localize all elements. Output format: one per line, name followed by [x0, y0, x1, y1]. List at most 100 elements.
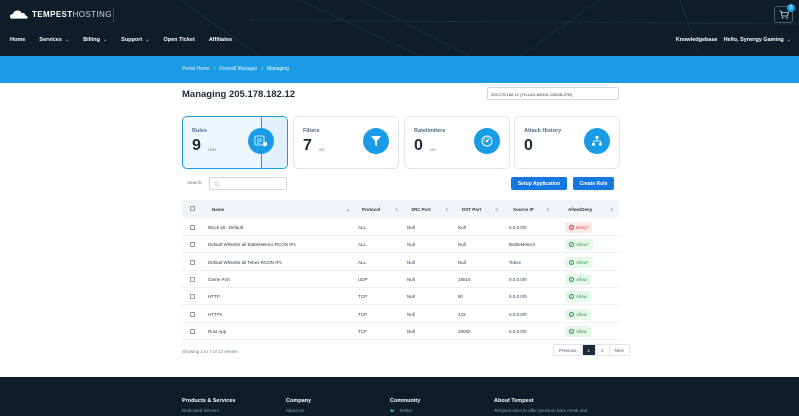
brand-name-light: HOSTING	[72, 10, 112, 19]
column-header-dst-port[interactable]: DST Port	[462, 207, 481, 212]
page-button-2[interactable]: 2	[596, 345, 610, 355]
shopping-cart-icon	[779, 10, 789, 19]
search-icon	[214, 180, 220, 187]
badge-label: Allow	[576, 276, 587, 282]
breadcrumb-item-portal-home[interactable]: Portal Home	[182, 66, 210, 72]
row-checkbox[interactable]	[190, 294, 195, 300]
table-row[interactable]: HTTPs TCP Null 443 0.0.0.0/0 ✓ Allow	[182, 306, 619, 323]
cloud-logo-icon	[10, 10, 28, 20]
sort-icon[interactable]: ⇅	[495, 207, 498, 212]
breadcrumb-item-firewall-manager[interactable]: Firewall Manager	[219, 66, 257, 72]
setup-application-button[interactable]: Setup Application	[511, 177, 567, 190]
nav-item-home[interactable]: Home	[10, 37, 25, 43]
nav-item-label: Open Ticket	[163, 37, 195, 43]
page-button-next[interactable]: Next	[609, 345, 629, 355]
breadcrumb-separator: /	[213, 66, 216, 72]
nav-item-support[interactable]: Support ⌄	[121, 37, 149, 43]
sort-icon[interactable]: ⇅	[395, 207, 398, 212]
x-circle-icon: ×	[569, 225, 574, 230]
nav-item-label: Hello, Synergy Gaming	[723, 37, 784, 43]
allow-status-badge[interactable]: ✓ Allow*	[565, 239, 593, 251]
column-header-src-port[interactable]: SRC Port	[411, 207, 431, 212]
column-header-source-ip[interactable]: Source IP	[513, 207, 534, 212]
nav-item-open-ticket[interactable]: Open Ticket	[163, 37, 194, 43]
check-circle-icon: ✓	[569, 328, 574, 334]
sort-icon[interactable]: ⇅	[546, 207, 549, 212]
nav-item-knowledgebase[interactable]: Knowledgebase	[676, 37, 718, 43]
nav-item-label: Affiliates	[208, 37, 233, 43]
card-value: 7	[303, 137, 312, 154]
page-button-previous[interactable]: Previous	[554, 345, 583, 355]
cell-dst: Null	[458, 242, 466, 248]
table-row[interactable]: HTTP TCP Null 80 0.0.0.0/0 ✓ Allow	[182, 288, 619, 306]
select-all-checkbox[interactable]	[190, 206, 195, 211]
nav-item-hello-synergy-gaming[interactable]: Hello, Synergy Gaming ⌄	[724, 37, 791, 43]
nav-item-label: Support	[121, 37, 143, 43]
column-header-allow-deny[interactable]: Allow/Deny	[568, 207, 592, 212]
footer-link[interactable]: About Us	[286, 408, 305, 413]
table-row[interactable]: Block all - Default ALL Null Null 0.0.0.0/0 ×…	[182, 219, 619, 236]
card-label: Ratelimiters	[414, 128, 446, 134]
footer-link[interactable]: Dedicated Servers	[182, 408, 219, 413]
cell-src: Null	[407, 276, 415, 282]
page-title: Managing 205.178.182.12	[182, 89, 296, 100]
sort-icon[interactable]: ⇅	[610, 207, 613, 212]
table-row[interactable]: Default Whitelist all BattleMetrics RCON…	[182, 236, 619, 254]
row-checkbox[interactable]	[190, 259, 195, 265]
sort-icon[interactable]: ⇅	[445, 207, 448, 212]
allow-status-badge[interactable]: ✓ Allow	[565, 325, 591, 337]
brand-name: TEMPESTHOSTING	[32, 10, 112, 19]
row-checkbox[interactable]	[190, 242, 195, 248]
cell-protocol: ALL	[358, 225, 367, 230]
account-nav: Knowledgebase Hello, Synergy Gaming ⌄	[676, 37, 791, 43]
server-select[interactable]: 205.178.182.12 (TH-LAX-6900X-128GB-2TB)	[487, 87, 619, 100]
site-footer: Products & Services Dedicated Servers Comp…	[0, 377, 799, 416]
breadcrumb-separator: /	[261, 66, 263, 72]
stat-card-attack-history[interactable]: Attack History 0	[514, 116, 620, 169]
brand-logo[interactable]: TEMPESTHOSTING	[10, 9, 112, 20]
column-header-protocol[interactable]: Protocol	[362, 207, 380, 212]
allow-status-badge[interactable]: ✓ Allow	[565, 308, 591, 320]
table-row[interactable]: Default Whitelist all Tebex RCON IPs ALL N…	[182, 254, 619, 271]
cell-name: Rust App	[208, 328, 227, 334]
card-label: Attack History	[524, 128, 562, 134]
column-header-name[interactable]: Name	[212, 207, 224, 212]
page-button-1[interactable]: 1	[582, 345, 597, 355]
nav-item-billing[interactable]: Billing ⌄	[83, 37, 107, 43]
badge-label: Allow	[576, 328, 587, 334]
table-row[interactable]: Game Port UDP Null 28015 0.0.0.0/0 ✓ Allow	[182, 271, 619, 288]
nav-item-affiliates[interactable]: Affiliates	[209, 37, 232, 43]
row-checkbox[interactable]	[190, 311, 195, 317]
search-label: Search:	[187, 180, 203, 185]
stat-card-rules[interactable]: Rules 9/100	[182, 116, 288, 169]
search-input[interactable]	[209, 177, 287, 190]
cell-src: Null	[407, 259, 415, 265]
allow-status-badge[interactable]: ✓ Allow*	[565, 256, 593, 268]
card-label: Rules	[192, 128, 207, 134]
cart-button[interactable]: 0	[774, 4, 795, 23]
cell-src: Null	[407, 242, 415, 248]
cell-source-ip: Tebex	[509, 259, 522, 265]
cell-name: Block all - Default	[208, 225, 244, 230]
stat-card-ratelimiters[interactable]: Ratelimiters 0/20	[404, 116, 510, 169]
check-circle-icon: ✓	[569, 311, 574, 317]
deny-status-badge[interactable]: × Deny*	[565, 222, 593, 233]
row-checkbox[interactable]	[190, 328, 195, 334]
cell-dst: 80	[458, 294, 464, 300]
row-checkbox[interactable]	[190, 225, 195, 230]
cell-name: HTTPs	[208, 311, 222, 317]
stat-card-filters[interactable]: Filters 7/20	[293, 116, 399, 169]
allow-status-badge[interactable]: ✓ Allow	[565, 273, 591, 285]
allow-status-badge[interactable]: ✓ Allow	[565, 291, 591, 303]
sort-asc-icon[interactable]: ▲	[346, 207, 350, 212]
cell-name: Game Port	[208, 276, 230, 282]
row-checkbox[interactable]	[190, 276, 195, 282]
footer-link[interactable]: Twitter	[399, 408, 412, 413]
footer-link: Tempest aims to offer premium bare metal…	[494, 408, 587, 413]
table-row[interactable]: Rust App TCP Null 28082 0.0.0.0/0 ✓ Allow	[182, 323, 619, 340]
nav-item-services[interactable]: Services ⌄	[39, 37, 69, 43]
cell-dst: Null	[458, 259, 466, 265]
check-circle-icon: ✓	[569, 294, 574, 300]
badge-label: Allow	[576, 294, 587, 300]
create-rule-button[interactable]: Create Rule	[573, 177, 614, 190]
